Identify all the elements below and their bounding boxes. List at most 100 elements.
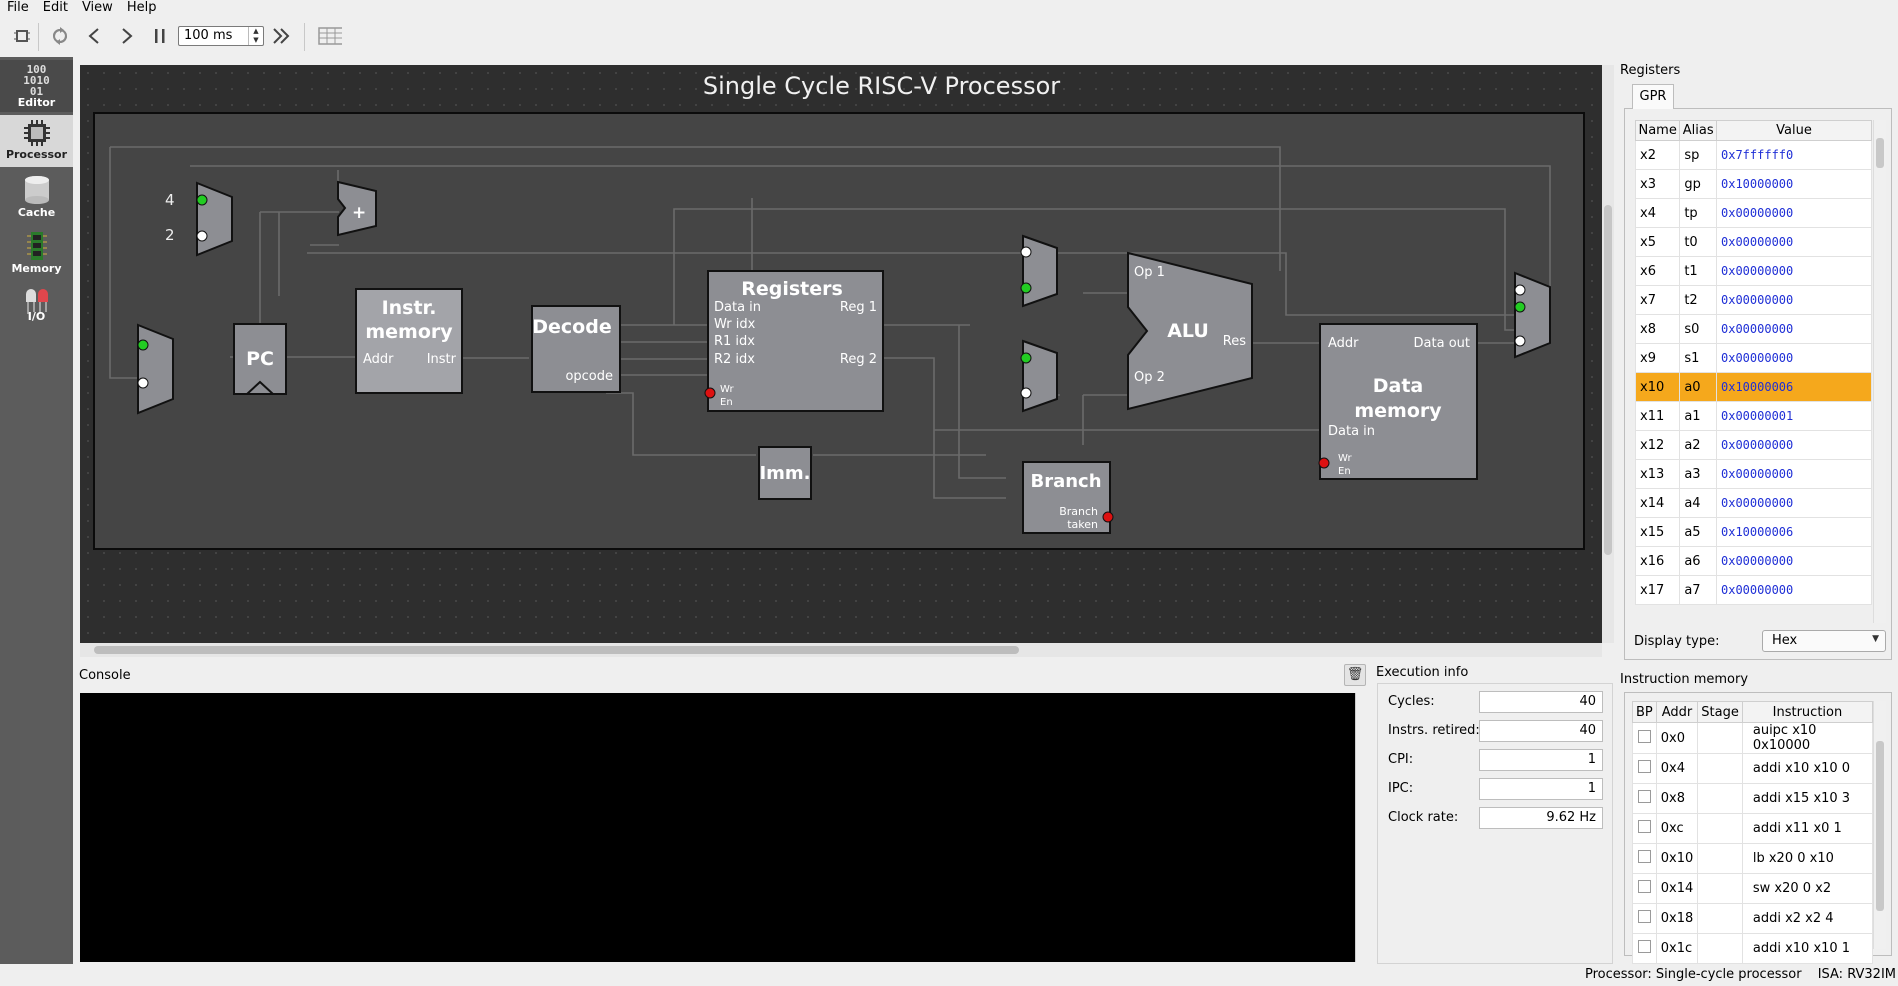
clear-console-button[interactable]: 🗑 <box>1344 664 1366 686</box>
register-row[interactable]: x8 s0 0x00000000 <box>1634 314 1872 344</box>
reset-icon[interactable] <box>48 24 72 48</box>
register-name: x7 <box>1634 285 1681 315</box>
console-scrollbar[interactable] <box>1355 693 1370 962</box>
register-value[interactable]: 0x10000000 <box>1716 169 1872 199</box>
sidebar-item-processor[interactable]: Processor <box>0 115 73 167</box>
instruction-row[interactable]: 0x14 sw x20 0 x2 <box>1632 873 1874 904</box>
register-row[interactable]: x12 a2 0x00000000 <box>1634 430 1872 460</box>
speed-spinner[interactable]: ▲ ▼ <box>248 27 263 45</box>
register-value[interactable]: 0x00000001 <box>1716 401 1872 431</box>
instruction-row[interactable]: 0x18 addi x2 x2 4 <box>1632 903 1874 934</box>
register-row[interactable]: x6 t1 0x00000000 <box>1634 256 1872 286</box>
checkbox-icon[interactable] <box>1637 850 1651 863</box>
register-row[interactable]: x15 a5 0x10000006 <box>1634 517 1872 547</box>
register-value[interactable]: 0x00000000 <box>1716 285 1872 315</box>
breakpoint-checkbox[interactable] <box>1632 843 1657 874</box>
checkbox-icon[interactable] <box>1637 820 1651 833</box>
display-type-select[interactable]: Hex ▼ <box>1762 630 1886 652</box>
breakpoint-checkbox[interactable] <box>1632 873 1657 904</box>
checkbox-icon[interactable] <box>1637 910 1651 923</box>
breakpoint-checkbox[interactable] <box>1632 813 1657 844</box>
register-value[interactable]: 0x00000000 <box>1716 227 1872 257</box>
register-value[interactable]: 0x00000000 <box>1716 343 1872 373</box>
exec-value-field: 40 <box>1479 720 1603 742</box>
col-addr[interactable]: Addr <box>1655 701 1699 723</box>
pause-icon[interactable] <box>148 24 172 48</box>
register-row[interactable]: x11 a1 0x00000001 <box>1634 401 1872 431</box>
instruction-row[interactable]: 0x1c addi x10 x10 1 <box>1632 933 1874 964</box>
sidebar-item-io[interactable]: I/O <box>0 283 73 335</box>
checkbox-icon[interactable] <box>1637 880 1651 893</box>
register-value[interactable]: 0x00000000 <box>1716 575 1872 605</box>
breakpoint-checkbox[interactable] <box>1632 903 1657 934</box>
sidebar-item-cache[interactable]: Cache <box>0 171 73 223</box>
chip-icon[interactable] <box>10 24 34 48</box>
menu-view[interactable]: View <box>75 0 120 16</box>
sidebar-item-memory[interactable]: Memory <box>0 227 73 279</box>
col-instruction[interactable]: Instruction <box>1741 701 1874 723</box>
checkbox-icon[interactable] <box>1637 760 1651 773</box>
instruction-stage <box>1697 843 1743 874</box>
svg-text:Addr: Addr <box>363 352 394 367</box>
menu-help[interactable]: Help <box>120 0 164 16</box>
register-value[interactable]: 0x00000000 <box>1716 256 1872 286</box>
instruction-row[interactable]: 0x8 addi x15 x10 3 <box>1632 783 1874 814</box>
register-value[interactable]: 0x00000000 <box>1716 198 1872 228</box>
instruction-memory-scrollbar[interactable] <box>1873 701 1886 949</box>
trash-icon: 🗑 <box>1346 667 1364 682</box>
col-alias[interactable]: Alias <box>1679 120 1717 141</box>
register-value[interactable]: 0x10000006 <box>1716 517 1872 547</box>
menu-file[interactable]: File <box>0 0 36 16</box>
canvas-hscrollbar[interactable] <box>80 643 1602 657</box>
instruction-stage <box>1697 722 1743 754</box>
register-value[interactable]: 0x7ffffff0 <box>1716 140 1872 170</box>
table-icon[interactable] <box>318 24 342 48</box>
register-name: x4 <box>1634 198 1681 228</box>
register-row[interactable]: x9 s1 0x00000000 <box>1634 343 1872 373</box>
register-row[interactable]: x10 a0 0x10000006 <box>1634 372 1872 402</box>
register-value[interactable]: 0x00000000 <box>1716 430 1872 460</box>
instruction-row[interactable]: 0x4 addi x10 x10 0 <box>1632 753 1874 784</box>
step-forward-icon[interactable] <box>115 24 139 48</box>
register-row[interactable]: x5 t0 0x00000000 <box>1634 227 1872 257</box>
register-value[interactable]: 0x10000006 <box>1716 372 1872 402</box>
register-row[interactable]: x14 a4 0x00000000 <box>1634 488 1872 518</box>
register-row[interactable]: x3 gp 0x10000000 <box>1634 169 1872 199</box>
run-icon[interactable] <box>270 24 294 48</box>
registers-scrollbar[interactable] <box>1873 120 1886 623</box>
register-value[interactable]: 0x00000000 <box>1716 459 1872 489</box>
col-bp[interactable]: BP <box>1632 701 1657 723</box>
exec-value-field: 1 <box>1479 778 1603 800</box>
speed-input[interactable]: 100 ms ▲ ▼ <box>178 26 264 46</box>
register-value[interactable]: 0x00000000 <box>1716 488 1872 518</box>
sidebar-item-editor[interactable]: 100 1010 01 Editor <box>0 60 73 112</box>
col-value[interactable]: Value <box>1716 120 1872 141</box>
breakpoint-checkbox[interactable] <box>1632 783 1657 814</box>
instruction-row[interactable]: 0x10 lb x20 0 x10 <box>1632 843 1874 874</box>
checkbox-icon[interactable] <box>1637 940 1651 953</box>
register-row[interactable]: x16 a6 0x00000000 <box>1634 546 1872 576</box>
register-row[interactable]: x7 t2 0x00000000 <box>1634 285 1872 315</box>
canvas-vscrollbar[interactable] <box>1602 65 1614 643</box>
register-row[interactable]: x13 a3 0x00000000 <box>1634 459 1872 489</box>
register-alias: a1 <box>1679 401 1717 431</box>
instruction-row[interactable]: 0xc addi x11 x0 1 <box>1632 813 1874 844</box>
register-value[interactable]: 0x00000000 <box>1716 546 1872 576</box>
register-row[interactable]: x2 sp 0x7ffffff0 <box>1634 140 1872 170</box>
col-name[interactable]: Name <box>1634 120 1681 141</box>
step-back-icon[interactable] <box>82 24 106 48</box>
breakpoint-checkbox[interactable] <box>1632 722 1657 754</box>
checkbox-icon[interactable] <box>1637 729 1651 743</box>
register-value[interactable]: 0x00000000 <box>1716 314 1872 344</box>
col-stage[interactable]: Stage <box>1697 701 1743 723</box>
menu-edit[interactable]: Edit <box>36 0 75 16</box>
register-row[interactable]: x17 a7 0x00000000 <box>1634 575 1872 605</box>
register-row[interactable]: x4 tp 0x00000000 <box>1634 198 1872 228</box>
tab-gpr[interactable]: GPR <box>1632 84 1674 109</box>
console-output[interactable] <box>80 693 1355 962</box>
checkbox-icon[interactable] <box>1637 790 1651 803</box>
instruction-row[interactable]: 0x0 auipc x10 0x10000 <box>1632 722 1874 754</box>
processor-status: Processor: Single-cycle processor <box>1585 967 1802 982</box>
breakpoint-checkbox[interactable] <box>1632 753 1657 784</box>
breakpoint-checkbox[interactable] <box>1632 933 1657 964</box>
